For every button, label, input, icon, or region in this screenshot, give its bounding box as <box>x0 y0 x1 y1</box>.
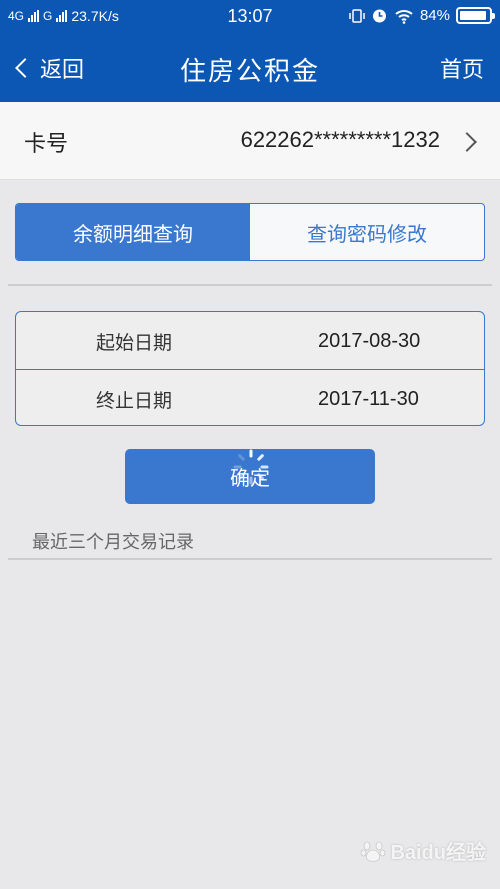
card-number: 622262*********1232 <box>240 127 440 152</box>
confirm-button[interactable]: 确定 <box>125 449 375 504</box>
end-date-value: 2017-11-30 <box>318 388 419 410</box>
home-button[interactable]: 首页 <box>440 52 484 84</box>
vibrate-icon <box>349 8 365 23</box>
nav-bar: 返回 住房公积金 首页 <box>0 33 500 102</box>
chevron-right-icon <box>457 132 477 152</box>
query-tabs: 余额明细查询 查询密码修改 <box>15 203 485 261</box>
recent-records-label: 最近三个月交易记录 <box>32 532 194 553</box>
status-bar: 4G G 23.7K/s 13:07 84% <box>0 0 500 33</box>
start-date-row[interactable]: 起始日期 2017-08-30 <box>16 312 484 369</box>
status-right: 84% <box>349 7 495 24</box>
loading-spinner-icon <box>233 449 269 485</box>
battery-icon <box>456 7 495 24</box>
wifi-icon <box>395 9 413 24</box>
date-range-box: 起始日期 2017-08-30 终止日期 2017-11-30 <box>15 311 485 426</box>
card-label: 卡号 <box>24 132 69 157</box>
baidu-watermark: Baidu经验 <box>360 836 486 865</box>
page-title: 住房公积金 <box>179 57 320 87</box>
end-date-label: 终止日期 <box>96 390 173 412</box>
paw-logo-icon <box>361 841 386 862</box>
tab-password-change[interactable]: 查询密码修改 <box>250 204 484 260</box>
tab-balance-detail[interactable]: 余额明细查询 <box>16 204 250 260</box>
battery-percent: 84% <box>419 7 450 24</box>
card-number-row[interactable]: 卡号 622262*********1232 <box>0 102 500 180</box>
alarm-icon <box>372 9 386 23</box>
start-date-label: 起始日期 <box>96 332 173 354</box>
divider <box>8 558 492 560</box>
divider <box>8 284 492 286</box>
start-date-value: 2017-08-30 <box>318 330 421 352</box>
end-date-row[interactable]: 终止日期 2017-11-30 <box>16 369 484 425</box>
watermark-text: Baidu经验 <box>390 842 486 864</box>
